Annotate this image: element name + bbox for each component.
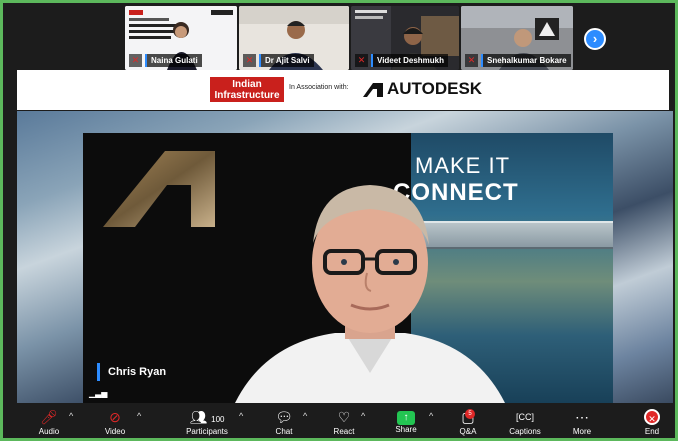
participant-name: Videet Deshmukh <box>371 54 448 67</box>
indian-infrastructure-logo: Indian Infrastructure <box>210 77 284 102</box>
participant-tile[interactable]: ✕ Snehalkumar Bokare <box>461 6 573 70</box>
main-speaker-video[interactable]: MAKE IT CONNECT Chris Ryan ▁▃▅ <box>17 111 673 403</box>
chat-icon: 💬︎ <box>275 409 293 425</box>
autodesk-logo-mark <box>363 83 383 97</box>
participant-tile[interactable]: ✕ Videet Deshmukh <box>351 6 459 70</box>
chevron-right-icon[interactable]: › <box>584 28 606 50</box>
autodesk-logo-text: AUTODESK <box>387 79 483 98</box>
react-button[interactable]: ♡ React <box>327 407 361 438</box>
participant-tile[interactable]: ✕ Dr Ajit Salvi <box>239 6 349 70</box>
captions-icon: [CC] <box>516 412 534 422</box>
signal-strength-icon: ▁▃▅ <box>89 389 108 398</box>
participants-icon: 👥︎ 100 <box>189 409 225 425</box>
heart-icon: ♡ <box>337 409 351 425</box>
association-label: In Association with: <box>289 84 349 91</box>
audio-options-caret[interactable]: ^ <box>69 411 73 421</box>
participant-name: Snehalkumar Bokare <box>481 54 571 67</box>
chat-button[interactable]: 💬︎ Chat <box>269 407 299 438</box>
chat-options-caret[interactable]: ^ <box>303 411 307 421</box>
participant-name: Dr Ajit Salvi <box>259 54 314 67</box>
video-options-caret[interactable]: ^ <box>137 411 141 421</box>
participant-tile[interactable]: ✕ Naina Gulati <box>125 6 237 70</box>
captions-button[interactable]: [CC] Captions <box>505 407 545 438</box>
share-options-caret[interactable]: ^ <box>429 411 433 421</box>
microphone-muted-icon: ✕ <box>129 54 142 67</box>
participant-strip: ✕ Naina Gulati ✕ Dr Ajit Salvi ✕ Videet … <box>3 3 675 70</box>
participant-name: Naina Gulati <box>145 54 202 67</box>
share-screen-icon: ↑ <box>397 411 415 425</box>
participants-options-caret[interactable]: ^ <box>239 411 243 421</box>
react-options-caret[interactable]: ^ <box>361 411 365 421</box>
meeting-toolbar: 🎤︎ Audio ^ ⊘ Video ^ 👥︎ 100 Participants… <box>3 405 675 438</box>
autodesk-symbol-graphic <box>103 151 215 227</box>
participants-button[interactable]: 👥︎ 100 Participants <box>179 407 235 438</box>
video-off-icon: ⊘ <box>109 409 121 425</box>
meeting-window: ✕ Naina Gulati ✕ Dr Ajit Salvi ✕ Videet … <box>0 0 678 441</box>
qa-button[interactable]: ▢ 5 Q&A <box>453 407 483 438</box>
microphone-muted-icon: ✕ <box>465 54 478 67</box>
end-call-icon: ✕ <box>644 409 660 425</box>
microphone-muted-icon: 🎤︎ <box>40 409 58 425</box>
sponsor-banner: Indian Infrastructure In Association wit… <box>17 70 669 110</box>
video-button[interactable]: ⊘ Video <box>97 407 133 438</box>
speaker-name-label: Chris Ryan <box>97 363 166 381</box>
end-button[interactable]: ✕ End <box>637 407 667 438</box>
microphone-muted-icon: ✕ <box>243 54 256 67</box>
qa-count-badge: 5 <box>465 409 475 419</box>
speaker-person <box>235 185 505 403</box>
microphone-muted-icon: ✕ <box>355 54 368 67</box>
audio-button[interactable]: 🎤︎ Audio <box>31 407 67 438</box>
more-icon: ⋯ <box>575 409 589 425</box>
more-button[interactable]: ⋯ More <box>567 407 597 438</box>
share-button[interactable]: ↑ Share <box>389 407 423 438</box>
